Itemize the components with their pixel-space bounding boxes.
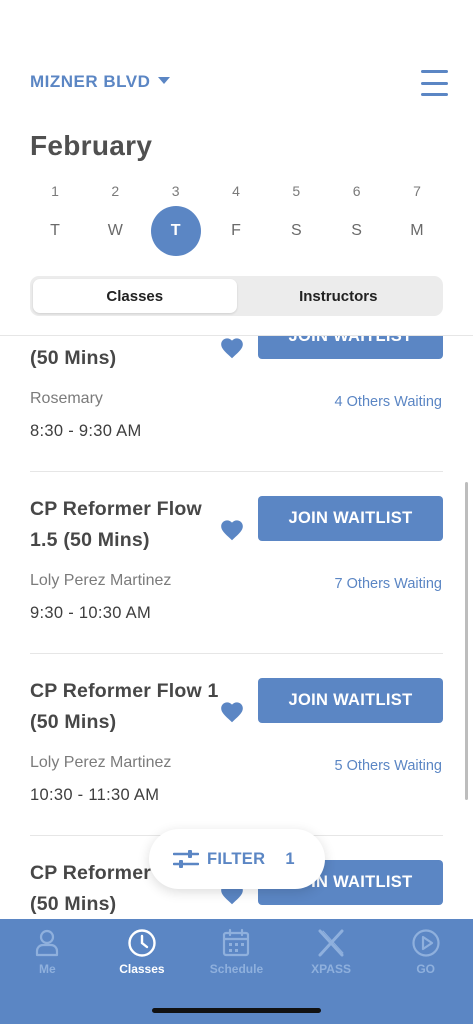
class-item[interactable]: CP Reformer Flow 1 (50 Mins) JOIN WAITLI… (0, 654, 473, 836)
join-waitlist-button[interactable]: JOIN WAITLIST (258, 678, 443, 723)
day-1[interactable]: 1 T (25, 180, 85, 256)
clock-icon (128, 929, 156, 957)
xpass-icon (318, 929, 344, 957)
day-number: 7 (413, 183, 421, 199)
tab-label: Me (38, 962, 56, 976)
day-4[interactable]: 4 F (206, 180, 266, 256)
hamburger-menu-icon[interactable] (421, 70, 448, 96)
day-letter: S (351, 222, 362, 239)
tab-go[interactable]: GO (378, 919, 473, 1024)
class-time: 10:30 - 11:30 AM (30, 786, 160, 804)
play-icon (412, 929, 440, 957)
tab-classes[interactable]: Classes (33, 279, 237, 313)
classes-instructors-toggle: Classes Instructors (30, 276, 443, 316)
month-title: February (30, 130, 153, 161)
heart-icon[interactable] (219, 517, 245, 541)
heart-icon[interactable] (219, 335, 245, 359)
class-title: CP Reformer Flow 1 (50 Mins) (30, 680, 219, 733)
day-letter: S (290, 222, 302, 239)
day-number: 2 (111, 183, 120, 199)
day-letter: T (50, 222, 60, 239)
waiting-count: 7 Others Waiting (334, 576, 442, 592)
day-number: 5 (292, 183, 301, 199)
day-2[interactable]: 2 W (85, 180, 145, 256)
sliders-icon (173, 850, 199, 868)
location-label: MIZNER BLVD (30, 72, 151, 91)
person-icon (36, 929, 59, 957)
day-number: 1 (51, 183, 59, 199)
instructor-name: Loly Perez Martinez (30, 754, 172, 771)
heart-icon[interactable] (219, 699, 245, 723)
instructor-name: Rosemary (30, 390, 103, 407)
day-7[interactable]: 7 M (387, 180, 447, 256)
day-6[interactable]: 6 S (327, 180, 387, 256)
tab-me[interactable]: Me (0, 919, 95, 1024)
day-letter: M (410, 222, 424, 239)
tab-label: Schedule (209, 962, 264, 976)
header: MIZNER BLVD February 1 T 2 W 3 T 4 F 5 S… (0, 0, 473, 336)
scrollbar[interactable] (465, 482, 468, 800)
day-number: 6 (352, 183, 361, 199)
day-number: 3 (171, 183, 180, 199)
tab-instructors[interactable]: Instructors (237, 279, 441, 313)
calendar-icon (223, 928, 250, 957)
location-selector[interactable]: MIZNER BLVD (30, 72, 171, 92)
tab-label: Classes (119, 962, 165, 976)
waiting-count: 5 Others Waiting (334, 758, 442, 774)
join-waitlist-button[interactable]: JOIN WAITLIST (258, 496, 443, 541)
class-item[interactable]: CP Reformer Flow 1.5 (50 Mins) JOIN WAIT… (0, 472, 473, 654)
class-time: 8:30 - 9:30 AM (30, 422, 142, 440)
tab-label: GO (416, 962, 435, 976)
day-3-selected[interactable]: 3 T (146, 180, 206, 256)
caret-down-icon (158, 76, 171, 84)
class-list[interactable]: CP Reformer Flow 1 (50 Mins) JOIN WAITLI… (0, 290, 473, 920)
filter-button[interactable]: FILTER 1 (149, 829, 325, 889)
day-number: 4 (232, 183, 240, 199)
class-title: CP Reformer Flow 1.5 (50 Mins) (30, 498, 202, 551)
day-letter: F (231, 222, 241, 239)
class-time: 9:30 - 10:30 AM (30, 604, 151, 622)
header-divider (0, 335, 473, 336)
waiting-count: 4 Others Waiting (334, 394, 442, 410)
filter-label: FILTER (207, 849, 266, 868)
home-indicator (152, 1008, 321, 1013)
day-5[interactable]: 5 S (266, 180, 326, 256)
instructor-name: Loly Perez Martinez (30, 572, 172, 589)
day-letter: T (150, 206, 201, 256)
tab-label: XPASS (311, 962, 351, 976)
filter-count: 1 (285, 849, 295, 868)
day-letter: W (107, 222, 123, 239)
day-selector: 1 T 2 W 3 T 4 F 5 S 6 S 7 M (25, 180, 447, 256)
